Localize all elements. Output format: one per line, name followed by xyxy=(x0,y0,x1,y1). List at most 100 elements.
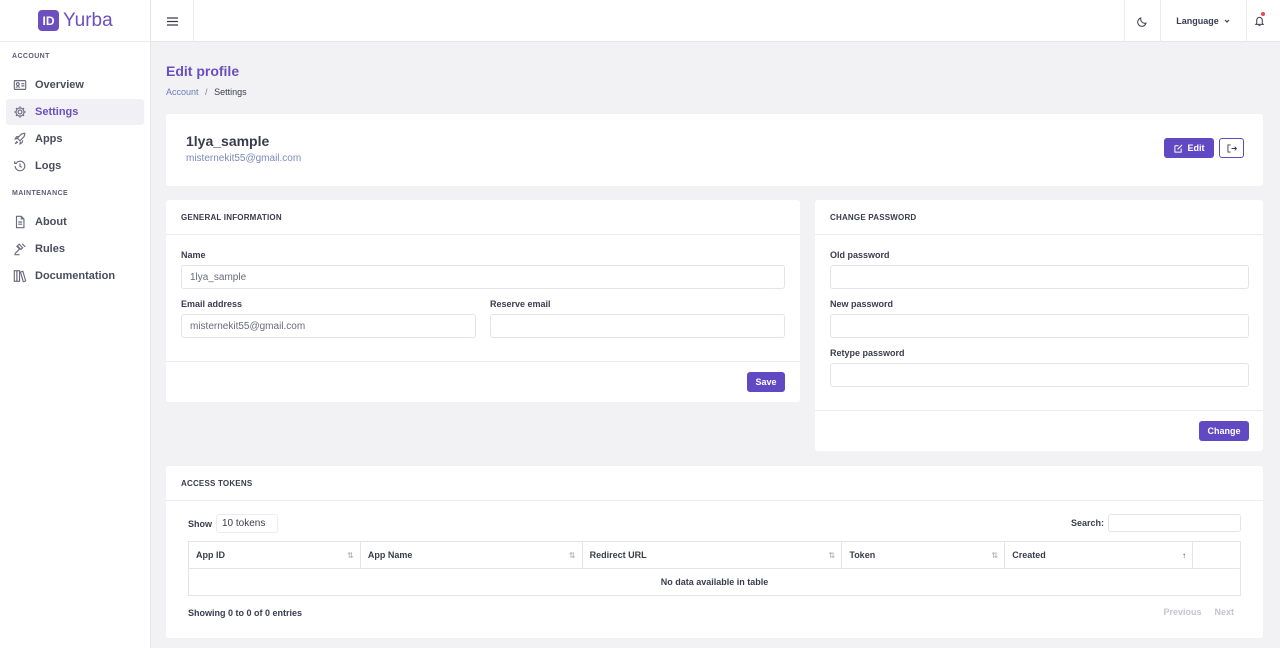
card-header: CHANGE PASSWORD xyxy=(815,200,1263,235)
topbar: Language xyxy=(151,0,1280,42)
brand-logo[interactable]: ID Yurba xyxy=(0,0,150,42)
old-password-label: Old password xyxy=(830,250,890,260)
sidebar-item-about[interactable]: About xyxy=(6,209,144,235)
sidebar-item-label: Logs xyxy=(35,160,62,172)
breadcrumb-current: Settings xyxy=(214,87,247,97)
profile-username: 1lya_sample xyxy=(186,133,270,149)
change-password-card: CHANGE PASSWORD Old password New passwor… xyxy=(815,200,1263,451)
page-title: Edit profile xyxy=(166,63,240,79)
section-title-maintenance: MAINTENANCE xyxy=(12,190,69,197)
sort-icon: ⇅ xyxy=(568,551,576,560)
reserve-email-input[interactable] xyxy=(490,314,785,338)
gear-icon xyxy=(14,106,26,118)
tokens-table: App ID ⇅ App Name ⇅ Redirect URL ⇅ Token ⇅ C… xyxy=(188,541,1241,596)
sort-asc-icon: ↑ xyxy=(1182,551,1187,560)
notification-dot xyxy=(1261,12,1265,16)
rocket-icon xyxy=(14,132,26,145)
edit-profile-button[interactable]: Edit xyxy=(1164,138,1214,158)
card-divider xyxy=(166,361,800,362)
column-label: App ID xyxy=(196,550,225,560)
previous-page-button[interactable]: Previous xyxy=(1163,607,1201,617)
pagination: Previous Next xyxy=(1163,607,1234,617)
search-input[interactable] xyxy=(1108,514,1241,532)
new-password-input[interactable] xyxy=(830,314,1249,338)
sidebar-item-apps[interactable]: Apps xyxy=(6,126,144,152)
sidebar-item-label: Overview xyxy=(35,79,84,91)
theme-toggle-button[interactable] xyxy=(1124,0,1160,42)
sidebar-item-label: About xyxy=(35,216,67,228)
gavel-icon xyxy=(14,243,26,256)
sidebar-item-overview[interactable]: Overview xyxy=(6,72,144,98)
column-redirect-url[interactable]: Redirect URL ⇅ xyxy=(581,541,843,569)
column-label: Redirect URL xyxy=(589,550,647,560)
topbar-actions: Language xyxy=(1124,0,1280,42)
sidebar-item-label: Apps xyxy=(35,133,63,145)
sidebar-item-label: Settings xyxy=(35,106,79,118)
name-input[interactable]: 1lya_sample xyxy=(181,265,785,289)
column-actions xyxy=(1192,541,1241,569)
search-label: Search: xyxy=(1070,518,1104,528)
show-label: Show xyxy=(188,518,212,529)
edit-button-label: Edit xyxy=(1187,143,1205,153)
card-divider xyxy=(815,410,1263,411)
sidebar-item-documentation[interactable]: Documentation xyxy=(6,263,144,289)
edit-icon xyxy=(1173,144,1182,153)
history-icon xyxy=(14,160,26,172)
email-input[interactable]: misternekit55@gmail.com xyxy=(181,314,476,338)
page-size-control: Show 10 tokens xyxy=(188,514,279,533)
column-label: Created xyxy=(1012,550,1046,560)
column-created[interactable]: Created ↑ xyxy=(1004,541,1194,569)
hamburger-icon xyxy=(166,16,178,26)
card-header: ACCESS TOKENS xyxy=(166,466,1263,501)
notifications-button[interactable] xyxy=(1246,0,1280,42)
general-information-card: GENERAL INFORMATION Name 1lya_sample Ema… xyxy=(166,200,800,402)
document-icon xyxy=(15,215,25,229)
sidebar-item-logs[interactable]: Logs xyxy=(6,153,144,179)
change-password-button[interactable]: Change xyxy=(1199,421,1249,441)
profile-card: 1lya_sample misternekit55@gmail.com Edit xyxy=(166,114,1263,186)
breadcrumb-separator: / xyxy=(205,87,208,97)
books-icon xyxy=(13,270,27,283)
breadcrumb-link-account[interactable]: Account xyxy=(166,87,199,97)
column-token[interactable]: Token ⇅ xyxy=(841,541,1006,569)
email-label: Email address xyxy=(181,299,243,309)
logout-button[interactable] xyxy=(1219,138,1244,158)
page-size-select[interactable]: 10 tokens xyxy=(216,514,279,533)
sidebar: ID Yurba ACCOUNT Overview Settings Apps … xyxy=(0,0,151,648)
column-label: Token xyxy=(849,550,876,560)
bell-icon xyxy=(1254,16,1265,27)
new-password-label: New password xyxy=(830,299,894,309)
old-password-input[interactable] xyxy=(830,265,1249,289)
retype-password-input[interactable] xyxy=(830,363,1249,387)
sort-icon: ⇅ xyxy=(347,551,354,560)
page-scrollbar[interactable] xyxy=(1272,42,1280,648)
retype-password-label: Retype password xyxy=(830,348,905,358)
sort-icon: ⇅ xyxy=(991,551,999,560)
card-header: GENERAL INFORMATION xyxy=(166,200,800,235)
column-app-name[interactable]: App Name ⇅ xyxy=(359,541,583,569)
section-title-account: ACCOUNT xyxy=(12,53,50,60)
id-card-icon xyxy=(13,80,27,90)
language-label: Language xyxy=(1176,16,1219,26)
table-info: Showing 0 to 0 of 0 entries xyxy=(188,608,303,618)
moon-icon xyxy=(1137,16,1147,27)
sidebar-item-rules[interactable]: Rules xyxy=(6,236,144,262)
sidebar-item-settings[interactable]: Settings xyxy=(6,99,144,125)
language-dropdown[interactable]: Language xyxy=(1160,0,1246,42)
search-control: Search: xyxy=(1071,514,1241,532)
profile-email: misternekit55@gmail.com xyxy=(186,153,302,164)
next-page-button[interactable]: Next xyxy=(1214,607,1234,617)
access-tokens-card: ACCESS TOKENS Show 10 tokens Search: App… xyxy=(166,466,1263,638)
sort-icon: ⇅ xyxy=(828,551,836,560)
breadcrumb: Account / Settings xyxy=(166,87,247,97)
column-app-id[interactable]: App ID ⇅ xyxy=(188,541,361,569)
logout-icon xyxy=(1227,143,1237,153)
table-row: No data available in table xyxy=(188,568,1241,596)
logo-mark: ID xyxy=(38,10,59,31)
name-label: Name xyxy=(181,250,206,260)
menu-toggle-button[interactable] xyxy=(151,0,194,42)
save-button[interactable]: Save xyxy=(747,372,785,392)
sidebar-item-label: Documentation xyxy=(35,270,116,282)
reserve-email-label: Reserve email xyxy=(490,299,551,309)
sidebar-item-label: Rules xyxy=(35,243,65,255)
